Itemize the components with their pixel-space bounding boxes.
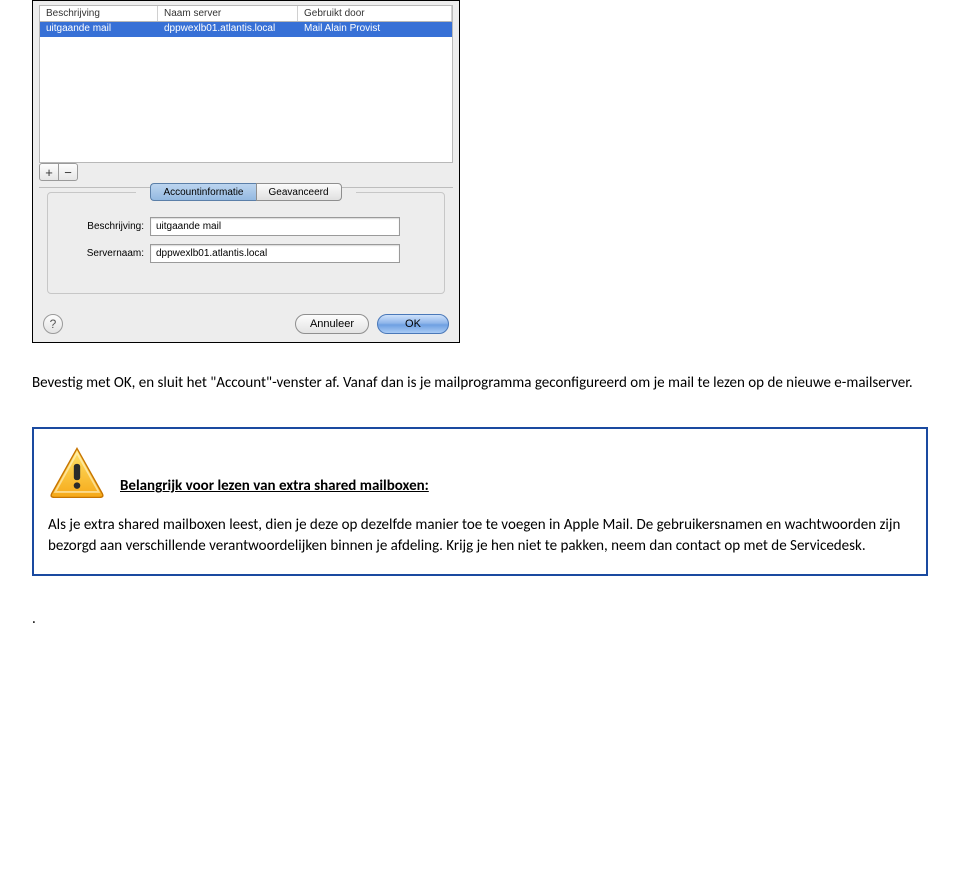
help-icon[interactable]: ? bbox=[43, 314, 63, 334]
table-header-row: Beschrijving Naam server Gebruikt door bbox=[40, 6, 452, 22]
cell-description: uitgaande mail bbox=[40, 22, 158, 37]
row-description: Beschrijving: bbox=[58, 217, 434, 236]
details-panel: Accountinformatie Geavanceerd Beschrijvi… bbox=[39, 187, 453, 294]
ok-button[interactable]: OK bbox=[377, 314, 449, 334]
account-form: Accountinformatie Geavanceerd Beschrijvi… bbox=[47, 192, 445, 294]
tab-bar: Accountinformatie Geavanceerd bbox=[48, 183, 444, 201]
smtp-servers-dialog: Beschrijving Naam server Gebruikt door u… bbox=[32, 0, 460, 343]
add-remove-bar: + − bbox=[39, 163, 453, 181]
col-header-used-by[interactable]: Gebruikt door bbox=[298, 6, 452, 21]
warning-body: Als je extra shared mailboxen leest, die… bbox=[48, 515, 912, 556]
col-header-server[interactable]: Naam server bbox=[158, 6, 298, 21]
cancel-button[interactable]: Annuleer bbox=[295, 314, 369, 334]
instruction-paragraph: Bevestig met OK, en sluit het "Account"-… bbox=[32, 373, 928, 393]
remove-server-button[interactable]: − bbox=[58, 163, 78, 181]
tab-account-info[interactable]: Accountinformatie bbox=[150, 183, 255, 201]
tab-advanced[interactable]: Geavanceerd bbox=[256, 183, 342, 201]
label-description: Beschrijving: bbox=[58, 221, 144, 232]
warning-callout: Belangrijk voor lezen van extra shared m… bbox=[32, 427, 928, 576]
server-table: Beschrijving Naam server Gebruikt door u… bbox=[39, 5, 453, 163]
cell-server: dppwexlb01.atlantis.local bbox=[158, 22, 298, 37]
trailing-dot: . bbox=[32, 610, 928, 628]
label-servername: Servernaam: bbox=[58, 248, 144, 259]
row-servername: Servernaam: bbox=[58, 244, 434, 263]
col-header-description[interactable]: Beschrijving bbox=[40, 6, 158, 21]
input-description[interactable] bbox=[150, 217, 400, 236]
warning-title: Belangrijk voor lezen van extra shared m… bbox=[120, 477, 429, 499]
add-server-button[interactable]: + bbox=[39, 163, 59, 181]
input-servername[interactable] bbox=[150, 244, 400, 263]
dialog-footer: ? Annuleer OK bbox=[33, 308, 459, 342]
warning-icon bbox=[48, 445, 106, 499]
table-row[interactable]: uitgaande mail dppwexlb01.atlantis.local… bbox=[40, 22, 452, 37]
cell-used-by: Mail Alain Provist bbox=[298, 22, 452, 37]
